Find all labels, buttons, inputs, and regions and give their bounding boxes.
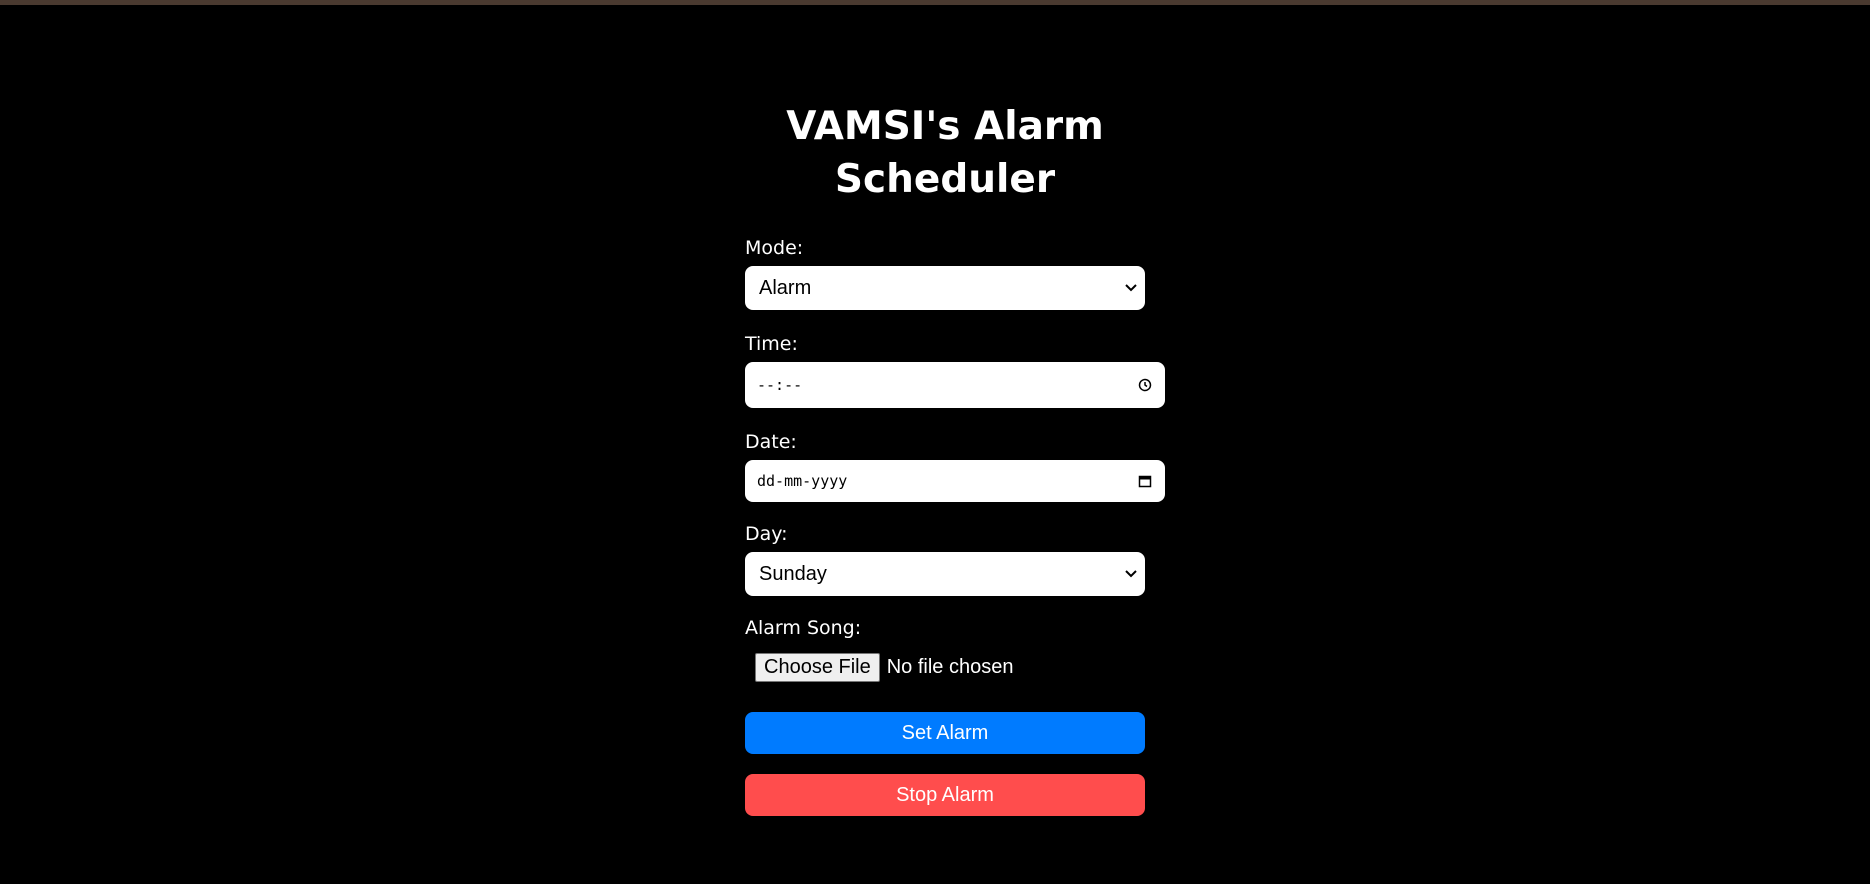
date-placeholder: dd-mm-yyyy xyxy=(757,472,848,490)
date-label: Date: xyxy=(745,431,797,453)
choose-file-button[interactable]: Choose File xyxy=(755,652,880,682)
window-top-strip xyxy=(0,0,1870,5)
day-select[interactable]: Sunday xyxy=(745,552,1145,596)
calendar-icon[interactable] xyxy=(1137,460,1153,502)
time-placeholder: --:-- xyxy=(757,376,803,394)
page-title: VAMSI's Alarm Scheduler xyxy=(786,104,1104,202)
file-status-text: No file chosen xyxy=(886,655,1014,678)
stop-alarm-button[interactable]: Stop Alarm xyxy=(745,774,1145,816)
mode-select[interactable]: Alarm xyxy=(745,266,1145,310)
mode-select-value: Alarm xyxy=(759,277,812,299)
date-input[interactable]: dd-mm-yyyy xyxy=(745,460,1165,502)
day-label: Day: xyxy=(745,523,788,545)
set-alarm-button[interactable]: Set Alarm xyxy=(745,712,1145,754)
time-input[interactable]: --:-- xyxy=(745,362,1165,408)
alarm-form: VAMSI's Alarm Scheduler Mode: Alarm Time… xyxy=(745,100,1165,816)
chevron-down-icon xyxy=(1123,552,1139,596)
alarm-song-file-input: Choose File No file chosen xyxy=(745,651,1165,683)
day-select-value: Sunday xyxy=(759,563,827,585)
mode-label: Mode: xyxy=(745,237,804,259)
time-label: Time: xyxy=(745,333,798,355)
chevron-down-icon xyxy=(1123,266,1139,310)
alarm-song-label: Alarm Song: xyxy=(745,617,862,639)
clock-icon[interactable] xyxy=(1137,362,1153,408)
